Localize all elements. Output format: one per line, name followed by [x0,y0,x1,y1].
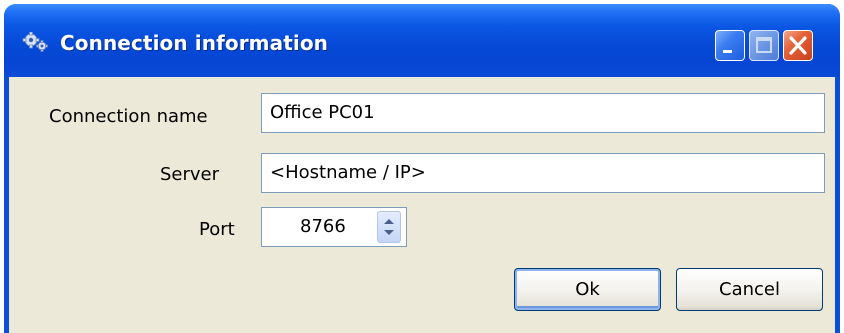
connection-name-input[interactable]: Office PC01 [261,93,825,133]
ok-button[interactable]: Ok [514,268,661,311]
minimize-button[interactable] [715,30,745,61]
maximize-button[interactable] [749,30,779,61]
maximize-icon [756,37,772,53]
title-bar[interactable]: Connection information [4,4,840,77]
minimize-icon [723,50,732,53]
gears-icon [22,32,48,52]
port-value: 8766 [300,216,346,237]
spin-arrows-icon [384,219,394,235]
dialog-body: Connection name Office PC01 Server <Host… [9,77,835,333]
server-label: Server [160,164,220,185]
close-button[interactable] [783,30,813,61]
connection-name-label: Connection name [49,106,208,127]
window-title: Connection information [60,31,329,55]
cancel-button[interactable]: Cancel [676,268,823,311]
close-icon [789,36,807,55]
port-label: Port [199,219,235,240]
connection-dialog: Connection information Connection name O… [4,4,840,333]
server-input[interactable]: <Hostname / IP> [261,153,825,193]
port-stepper[interactable] [377,211,401,243]
